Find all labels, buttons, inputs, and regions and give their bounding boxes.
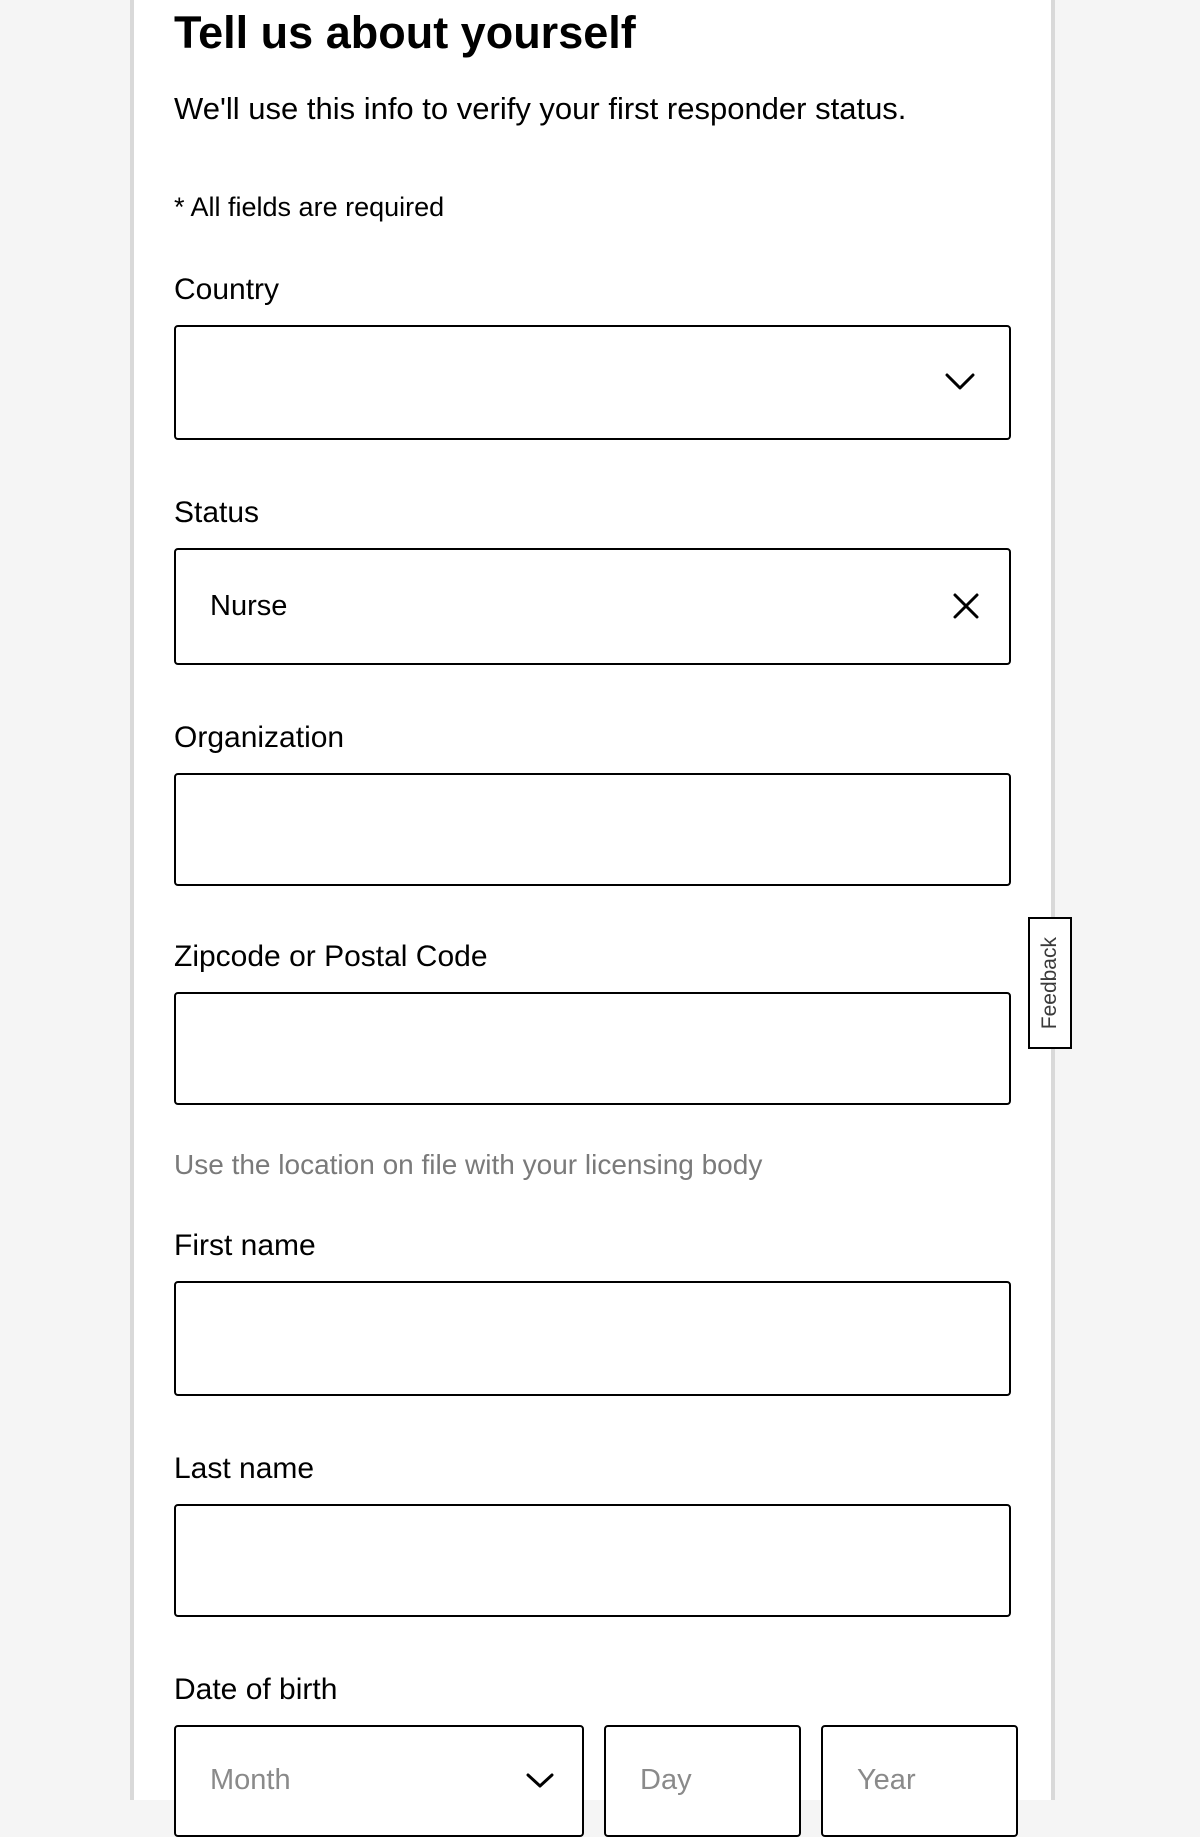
feedback-button[interactable]: Feedback [1028, 917, 1072, 1049]
chevron-down-icon [526, 1773, 554, 1789]
country-label: Country [174, 273, 1011, 307]
dob-year-wrap [821, 1725, 1018, 1837]
first-name-input-wrap [174, 1281, 1011, 1396]
dob-row: Month [174, 1725, 1011, 1837]
last-name-input-wrap [174, 1504, 1011, 1617]
field-dob: Date of birth Month [174, 1673, 1011, 1837]
zipcode-label: Zipcode or Postal Code [174, 940, 1011, 974]
dob-month-select[interactable]: Month [174, 1725, 584, 1837]
dob-year-input[interactable] [857, 1764, 982, 1797]
organization-label: Organization [174, 721, 1011, 755]
dob-year-input-wrap [821, 1725, 1018, 1837]
field-last-name: Last name [174, 1452, 1011, 1617]
organization-input-wrap [174, 773, 1011, 886]
form-card: Tell us about yourself We'll use this in… [130, 0, 1055, 1800]
field-status: Status Nurse [174, 496, 1011, 665]
form-subtitle: We'll use this info to verify your first… [174, 88, 954, 130]
last-name-label: Last name [174, 1452, 1011, 1486]
clear-icon[interactable] [951, 591, 981, 621]
form-title: Tell us about yourself [174, 6, 1011, 60]
status-select[interactable]: Nurse [174, 548, 1011, 665]
feedback-label: Feedback [1038, 937, 1062, 1029]
field-zipcode: Zipcode or Postal Code Use the location … [174, 940, 1011, 1181]
status-value: Nurse [210, 590, 975, 623]
chevron-down-icon [945, 373, 975, 391]
status-label: Status [174, 496, 1011, 530]
dob-day-input-wrap [604, 1725, 801, 1837]
dob-month-wrap: Month [174, 1725, 584, 1837]
dob-day-wrap [604, 1725, 801, 1837]
zipcode-helper: Use the location on file with your licen… [174, 1149, 1011, 1181]
field-organization: Organization [174, 721, 1011, 886]
dob-label: Date of birth [174, 1673, 1011, 1707]
field-country: Country [174, 273, 1011, 440]
dob-day-input[interactable] [640, 1764, 765, 1797]
first-name-label: First name [174, 1229, 1011, 1263]
field-first-name: First name [174, 1229, 1011, 1396]
zipcode-input[interactable] [210, 1032, 975, 1065]
dob-month-placeholder: Month [210, 1764, 291, 1797]
required-note: * All fields are required [174, 192, 1011, 223]
zipcode-input-wrap [174, 992, 1011, 1105]
organization-input[interactable] [210, 813, 975, 846]
country-select[interactable] [174, 325, 1011, 440]
last-name-input[interactable] [210, 1544, 975, 1577]
first-name-input[interactable] [210, 1322, 975, 1355]
